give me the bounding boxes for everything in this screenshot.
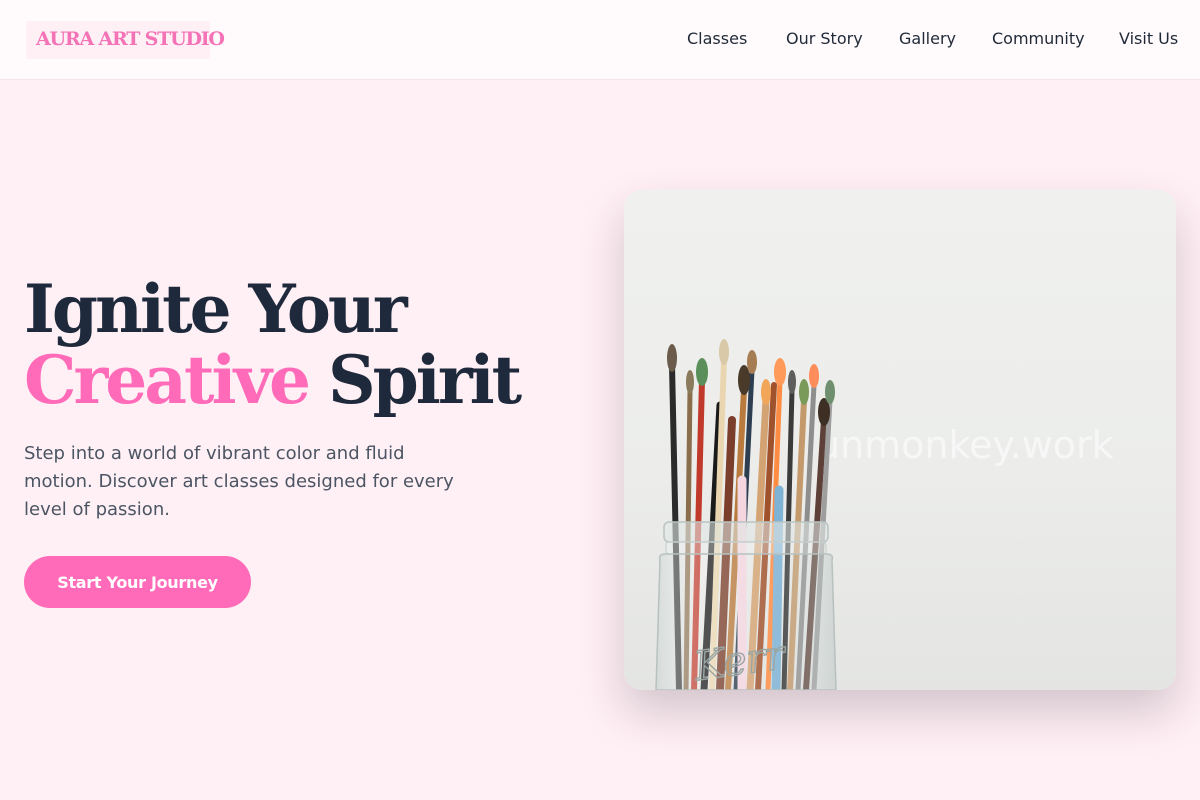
- nav-item-our-story[interactable]: Our Story: [786, 29, 863, 48]
- logo-text: AURA ART STUDIO: [36, 28, 225, 50]
- hero-description: Step into a world of vibrant color and f…: [24, 443, 454, 520]
- paintbrushes-jar-illustration: unmonkey.work Kerr: [655, 339, 1114, 690]
- logo[interactable]: AURA ART STUDIO: [26, 21, 225, 59]
- start-journey-button[interactable]: Start Your Journey: [24, 556, 251, 608]
- nav-item-gallery[interactable]: Gallery: [899, 29, 956, 48]
- hero-title-accent: Creative: [24, 341, 311, 419]
- nav-item-visit-us[interactable]: Visit Us: [1119, 29, 1178, 48]
- hero-title-rest: Spirit: [327, 341, 522, 419]
- hero-title-line1: Ignite Your: [24, 270, 408, 348]
- site-header: AURA ART STUDIO Classes Our Story Galler…: [0, 0, 1200, 80]
- glass-jar: Kerr: [655, 521, 837, 690]
- nav-item-classes[interactable]: Classes: [687, 29, 747, 48]
- hero-title: Ignite Your Creative Spirit: [24, 274, 584, 416]
- nav-item-community[interactable]: Community: [992, 29, 1085, 48]
- hero-image: unmonkey.work Kerr: [624, 190, 1176, 690]
- image-watermark: unmonkey.work: [816, 423, 1114, 467]
